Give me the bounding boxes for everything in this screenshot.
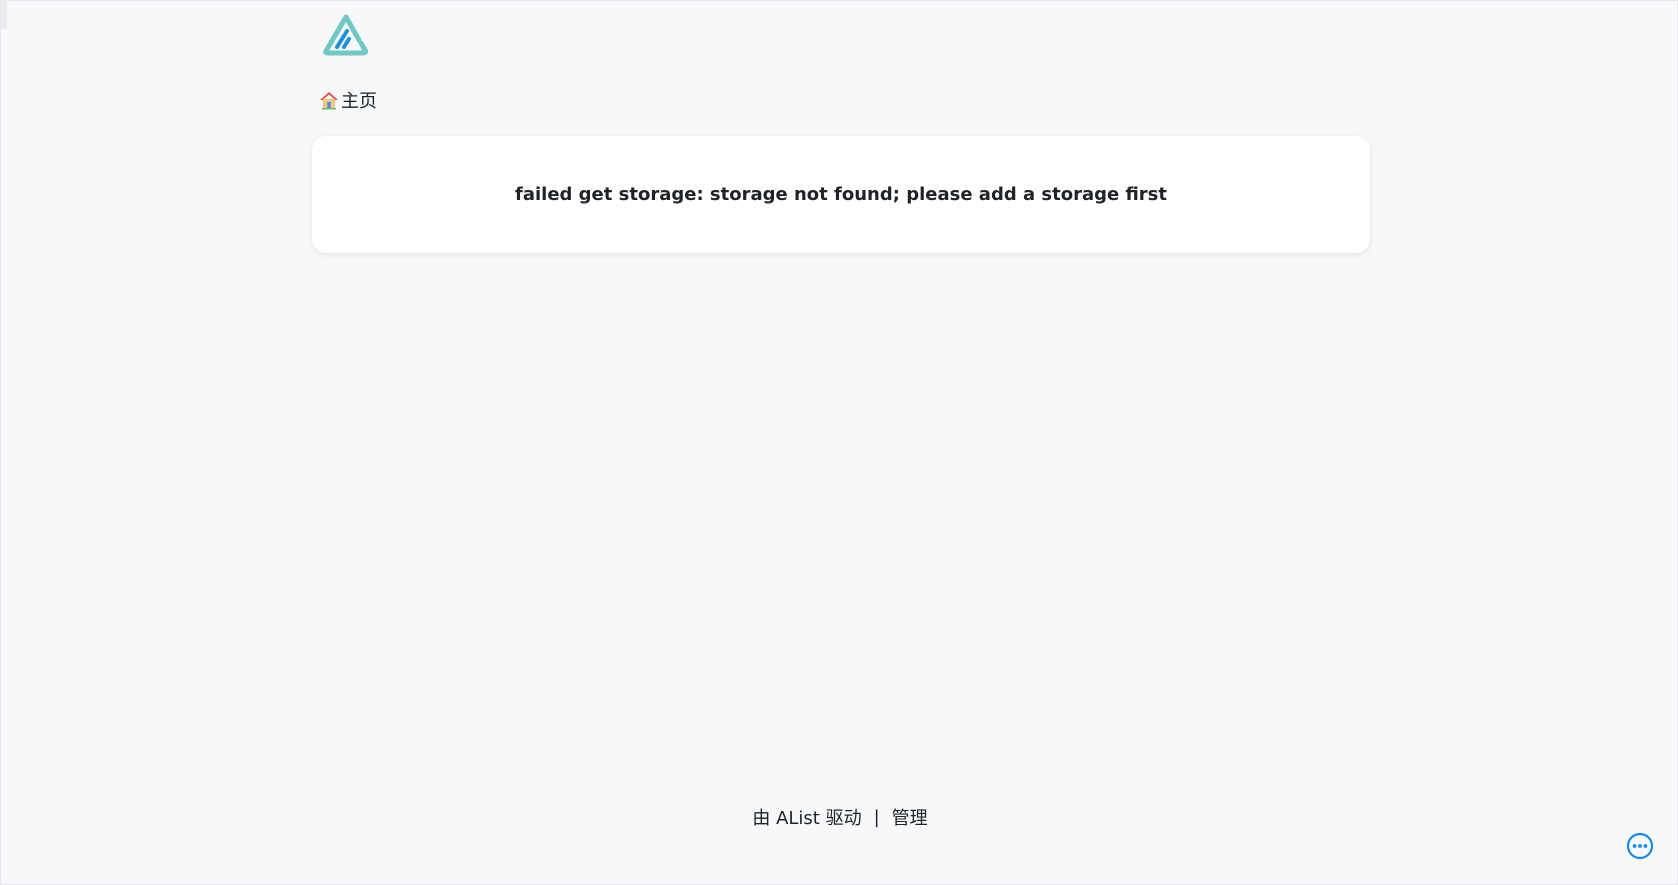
error-message: failed get storage: storage not found; p… — [515, 184, 1167, 205]
footer: 由 AList 驱动 | 管理 — [1, 804, 1678, 830]
breadcrumb[interactable]: 主页 — [319, 87, 377, 113]
more-dots-icon[interactable] — [1626, 832, 1654, 860]
house-icon — [320, 92, 338, 110]
breadcrumb-home-label[interactable]: 主页 — [341, 87, 377, 113]
edge-tab — [1, 1, 7, 29]
alist-logo-icon[interactable] — [322, 13, 370, 57]
powered-by-link[interactable]: 由 AList 驱动 — [752, 804, 861, 830]
admin-link[interactable]: 管理 — [892, 804, 928, 830]
app-window: 主页 failed get storage: storage not found… — [0, 0, 1678, 885]
message-card: failed get storage: storage not found; p… — [312, 136, 1370, 253]
footer-separator: | — [873, 806, 880, 828]
